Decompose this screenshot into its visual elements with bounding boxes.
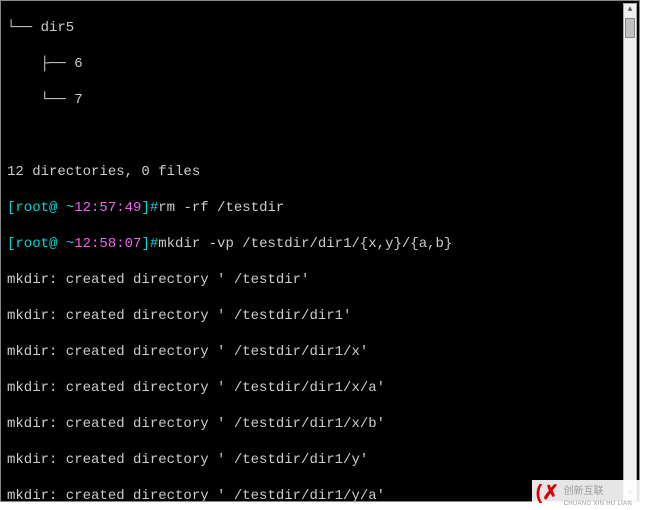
scrollbar-vertical[interactable]: ▲ ▼ (623, 3, 637, 501)
tree-line: ├── 6 (7, 56, 83, 72)
mkdir-output: mkdir: created directory ' /testdir/dir1… (7, 308, 351, 324)
mkdir-output: mkdir: created directory ' /testdir/dir1… (7, 380, 385, 396)
prompt-time: 12:57:49 (74, 200, 141, 216)
tree-summary: 12 directories, 0 files (7, 164, 200, 180)
tree-line: └── 7 (7, 92, 83, 108)
mkdir-output: mkdir: created directory ' /testdir' (7, 272, 309, 288)
mkdir-output: mkdir: created directory ' /testdir/dir1… (7, 416, 385, 432)
scroll-up-icon[interactable]: ▲ (624, 4, 636, 16)
command-rm: rm -rf /testdir (158, 200, 284, 216)
tree-line: └── dir5 (7, 20, 74, 36)
watermark-logo-icon: (✗ (536, 480, 559, 505)
mkdir-output: mkdir: created directory ' /testdir/dir1… (7, 452, 368, 468)
watermark-name: 创新互联 (564, 486, 604, 497)
watermark: (✗ 创新互联 CHUANG XIN HU LIAN (532, 480, 640, 510)
mkdir-output: mkdir: created directory ' /testdir/dir1… (7, 488, 385, 502)
watermark-sub: CHUANG XIN HU LIAN (564, 501, 632, 507)
terminal-content: └── dir5 ├── 6 └── 7 12 directories, 0 f… (7, 1, 633, 502)
prompt-user: [root@ ~ (7, 236, 74, 252)
prompt-user: [root@ ~ (7, 200, 74, 216)
terminal-window[interactable]: └── dir5 ├── 6 └── 7 12 directories, 0 f… (0, 0, 640, 502)
command-mkdir: mkdir -vp /testdir/dir1/{x,y}/{a,b} (158, 236, 452, 252)
mkdir-output: mkdir: created directory ' /testdir/dir1… (7, 344, 368, 360)
scroll-thumb[interactable] (625, 18, 635, 38)
prompt-close: ]# (141, 236, 158, 252)
prompt-time: 12:58:07 (74, 236, 141, 252)
prompt-close: ]# (141, 200, 158, 216)
